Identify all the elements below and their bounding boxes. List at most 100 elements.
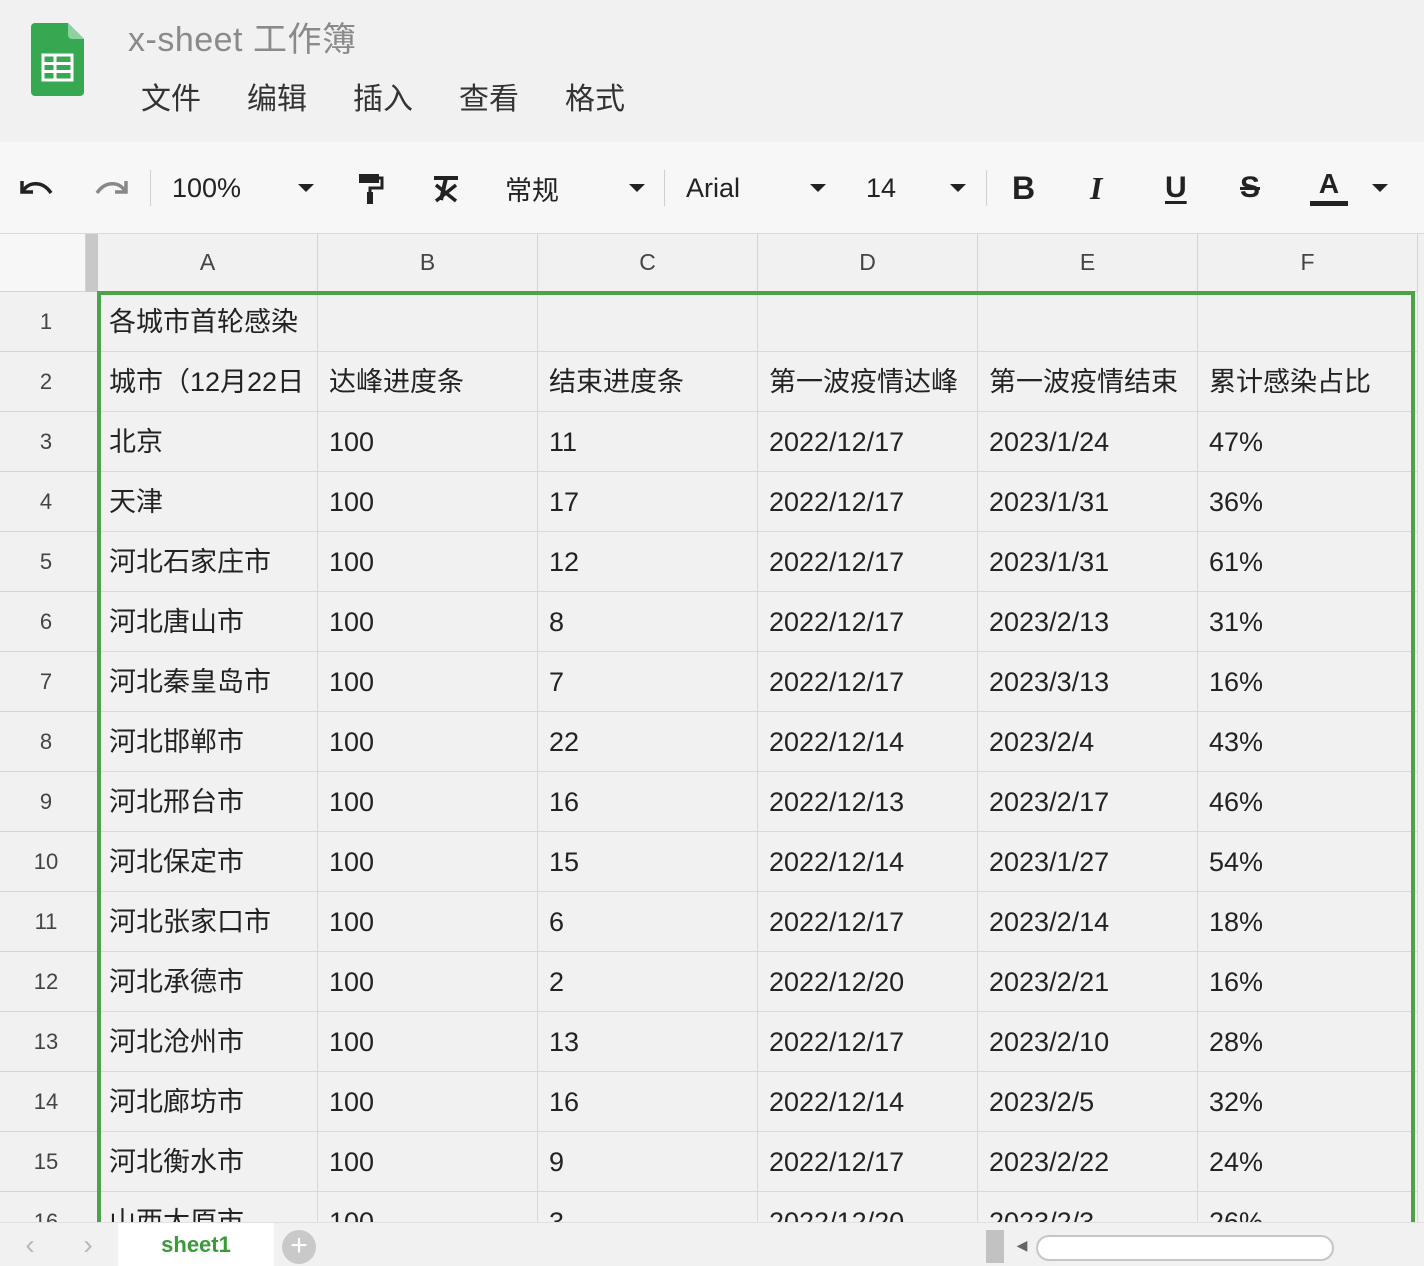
cell[interactable]: 15 (538, 832, 758, 892)
cell[interactable]: 2022/12/17 (758, 652, 978, 712)
row-header[interactable]: 11 (0, 892, 98, 952)
cell[interactable]: 第一波疫情达峰 (758, 352, 978, 412)
cell[interactable]: 18% (1198, 892, 1418, 952)
cell[interactable]: 河北保定市 (98, 832, 318, 892)
cell[interactable]: 山西太原市 (98, 1192, 318, 1222)
cell[interactable]: 2022/12/20 (758, 1192, 978, 1222)
cell[interactable]: 100 (318, 472, 538, 532)
cell[interactable]: 结束进度条 (538, 352, 758, 412)
cell[interactable]: 2022/12/17 (758, 532, 978, 592)
cell[interactable]: 100 (318, 652, 538, 712)
cell[interactable]: 河北张家口市 (98, 892, 318, 952)
cell[interactable]: 100 (318, 892, 538, 952)
row-header[interactable]: 12 (0, 952, 98, 1012)
redo-button[interactable] (94, 142, 130, 234)
cell[interactable]: 100 (318, 412, 538, 472)
row-header[interactable]: 6 (0, 592, 98, 652)
cell[interactable]: 2023/2/10 (978, 1012, 1198, 1072)
cell[interactable]: 100 (318, 952, 538, 1012)
cell[interactable]: 22 (538, 712, 758, 772)
cell[interactable]: 11 (538, 412, 758, 472)
cell[interactable]: 2022/12/14 (758, 712, 978, 772)
row-header[interactable]: 5 (0, 532, 98, 592)
text-color-button[interactable]: A (1310, 142, 1348, 234)
row-header[interactable]: 10 (0, 832, 98, 892)
cell[interactable]: 16 (538, 772, 758, 832)
horizontal-scrollbar[interactable] (1036, 1235, 1334, 1261)
cell[interactable]: 46% (1198, 772, 1418, 832)
cell[interactable]: 2023/2/22 (978, 1132, 1198, 1192)
row-header[interactable]: 7 (0, 652, 98, 712)
cell[interactable]: 2022/12/20 (758, 952, 978, 1012)
row-header[interactable]: 13 (0, 1012, 98, 1072)
cell[interactable]: 16 (538, 1072, 758, 1132)
cell[interactable]: 2022/12/13 (758, 772, 978, 832)
cell[interactable]: 28% (1198, 1012, 1418, 1072)
cell[interactable]: 2023/3/13 (978, 652, 1198, 712)
paint-format-button[interactable] (356, 142, 384, 234)
row-header[interactable]: 1 (0, 292, 98, 352)
cell[interactable]: 河北石家庄市 (98, 532, 318, 592)
row-header[interactable]: 15 (0, 1132, 98, 1192)
cell[interactable]: 61% (1198, 532, 1418, 592)
row-header[interactable]: 8 (0, 712, 98, 772)
text-color-dropdown[interactable] (1372, 142, 1388, 234)
cell[interactable]: 各城市首轮感染 (98, 292, 318, 352)
document-title[interactable]: x-sheet 工作簿 (128, 12, 356, 61)
cell[interactable]: 32% (1198, 1072, 1418, 1132)
cell[interactable]: 河北衡水市 (98, 1132, 318, 1192)
menu-insert[interactable]: 插入 (330, 78, 436, 122)
cell[interactable]: 天津 (98, 472, 318, 532)
row-header[interactable]: 9 (0, 772, 98, 832)
cell[interactable]: 2023/2/4 (978, 712, 1198, 772)
cell[interactable]: 2022/12/17 (758, 1132, 978, 1192)
cell[interactable]: 9 (538, 1132, 758, 1192)
cell[interactable] (1198, 292, 1418, 352)
cell[interactable]: 2023/2/3 (978, 1192, 1198, 1222)
next-sheet-icon[interactable]: › (76, 1231, 100, 1259)
menu-edit[interactable]: 编辑 (224, 78, 330, 122)
row-header[interactable]: 16 (0, 1192, 98, 1222)
cell[interactable]: 7 (538, 652, 758, 712)
cell[interactable]: 河北邯郸市 (98, 712, 318, 772)
menu-file[interactable]: 文件 (118, 78, 224, 122)
cell[interactable]: 2023/1/24 (978, 412, 1198, 472)
cell[interactable]: 河北承德市 (98, 952, 318, 1012)
zoom-select[interactable]: 100% (172, 142, 314, 234)
cell[interactable]: 100 (318, 1132, 538, 1192)
cell[interactable]: 河北唐山市 (98, 592, 318, 652)
cell[interactable]: 2023/2/14 (978, 892, 1198, 952)
cell[interactable]: 2023/2/13 (978, 592, 1198, 652)
cell[interactable]: 47% (1198, 412, 1418, 472)
cell[interactable]: 54% (1198, 832, 1418, 892)
cell[interactable]: 31% (1198, 592, 1418, 652)
cell[interactable]: 100 (318, 772, 538, 832)
cell[interactable]: 河北沧州市 (98, 1012, 318, 1072)
select-all-corner[interactable] (0, 234, 86, 292)
cell[interactable]: 2023/2/17 (978, 772, 1198, 832)
cell[interactable]: 2022/12/17 (758, 472, 978, 532)
column-header[interactable]: F (1198, 234, 1418, 292)
cell[interactable]: 城市（12月22日 (98, 352, 318, 412)
cell[interactable]: 2022/12/17 (758, 412, 978, 472)
cell[interactable]: 36% (1198, 472, 1418, 532)
cell[interactable]: 100 (318, 712, 538, 772)
cell[interactable]: 2022/12/14 (758, 1072, 978, 1132)
cell[interactable]: 2023/2/21 (978, 952, 1198, 1012)
prev-sheet-icon[interactable]: ‹ (18, 1231, 42, 1259)
cell[interactable] (978, 292, 1198, 352)
cell[interactable] (538, 292, 758, 352)
scroll-left-icon[interactable]: ◀ (1012, 1233, 1032, 1257)
number-format-select[interactable]: 常规 (505, 142, 645, 234)
cell[interactable]: 2022/12/17 (758, 1012, 978, 1072)
row-header[interactable]: 3 (0, 412, 98, 472)
cell[interactable]: 2023/1/27 (978, 832, 1198, 892)
column-header[interactable]: D (758, 234, 978, 292)
cell[interactable]: 24% (1198, 1132, 1418, 1192)
cell[interactable]: 6 (538, 892, 758, 952)
cell[interactable]: 2023/1/31 (978, 472, 1198, 532)
cell[interactable]: 16% (1198, 952, 1418, 1012)
cell[interactable]: 北京 (98, 412, 318, 472)
cell[interactable]: 100 (318, 832, 538, 892)
strikethrough-button[interactable]: S (1240, 142, 1260, 234)
